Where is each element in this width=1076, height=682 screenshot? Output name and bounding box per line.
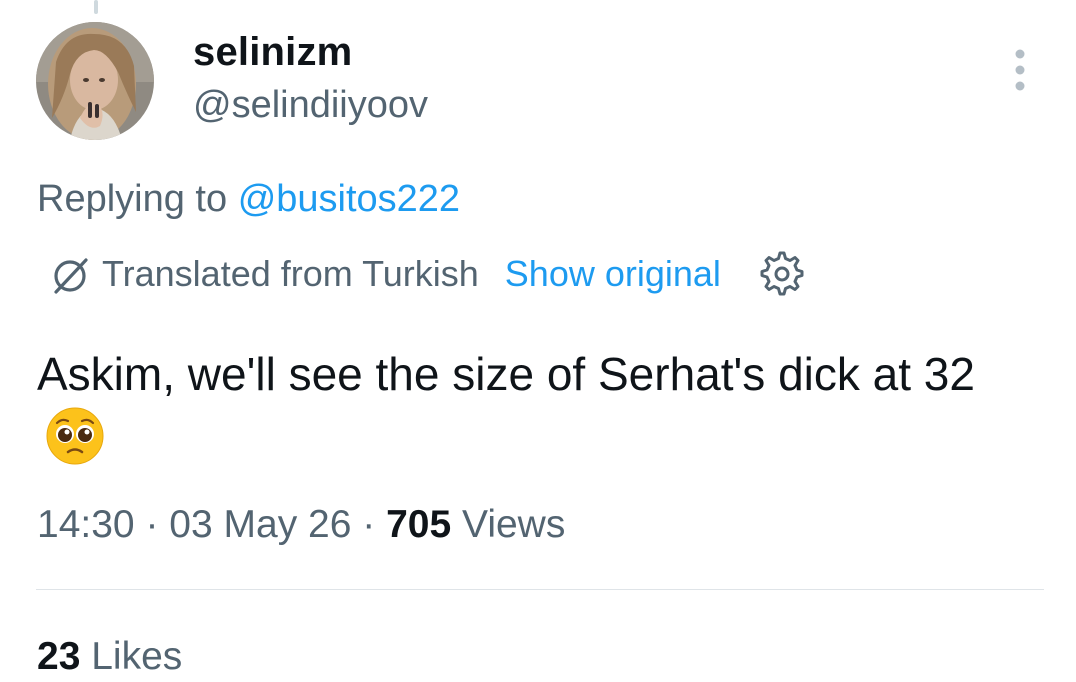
avatar[interactable] [36, 22, 154, 140]
translation-bar: Translated from Turkish Show original [48, 250, 805, 298]
author-handle[interactable]: @selindiiyoov [193, 82, 428, 128]
likes-link[interactable]: 23 Likes [37, 632, 182, 682]
reply-mention-link[interactable]: @busitos222 [238, 178, 460, 220]
translated-from-label: Translated from Turkish [102, 253, 479, 294]
meta-separator: · [145, 503, 159, 546]
meta-separator: · [362, 503, 376, 546]
tweet-body: Askim, we'll see the size of Serhat's di… [37, 342, 1047, 470]
translate-globe-icon [54, 258, 88, 294]
pleading-face-emoji [46, 407, 104, 465]
divider [36, 589, 1044, 590]
avatar-photo [36, 22, 154, 140]
tweet-meta: 14:30 · 03 May 26 · 705 Views [37, 500, 565, 550]
likes-label: Likes [91, 635, 183, 678]
replying-to-line: Replying to @busitos222 [37, 176, 460, 222]
tweet-time[interactable]: 14:30 [37, 503, 135, 546]
more-dots-icon [1015, 49, 1025, 91]
gear-icon[interactable] [759, 251, 805, 297]
replying-to-label: Replying to [37, 178, 228, 220]
views-label: Views [462, 503, 566, 546]
more-options-button[interactable] [1004, 46, 1036, 94]
tweet-text: Askim, we'll see the size of Serhat's di… [37, 348, 975, 400]
thread-connector-line [94, 0, 98, 14]
views-count: 705 [386, 503, 452, 546]
show-original-link[interactable]: Show original [505, 253, 721, 295]
author-display-name[interactable]: selinizm [193, 28, 352, 76]
tweet-date[interactable]: 03 May 26 [169, 503, 351, 546]
likes-count: 23 [37, 635, 81, 678]
